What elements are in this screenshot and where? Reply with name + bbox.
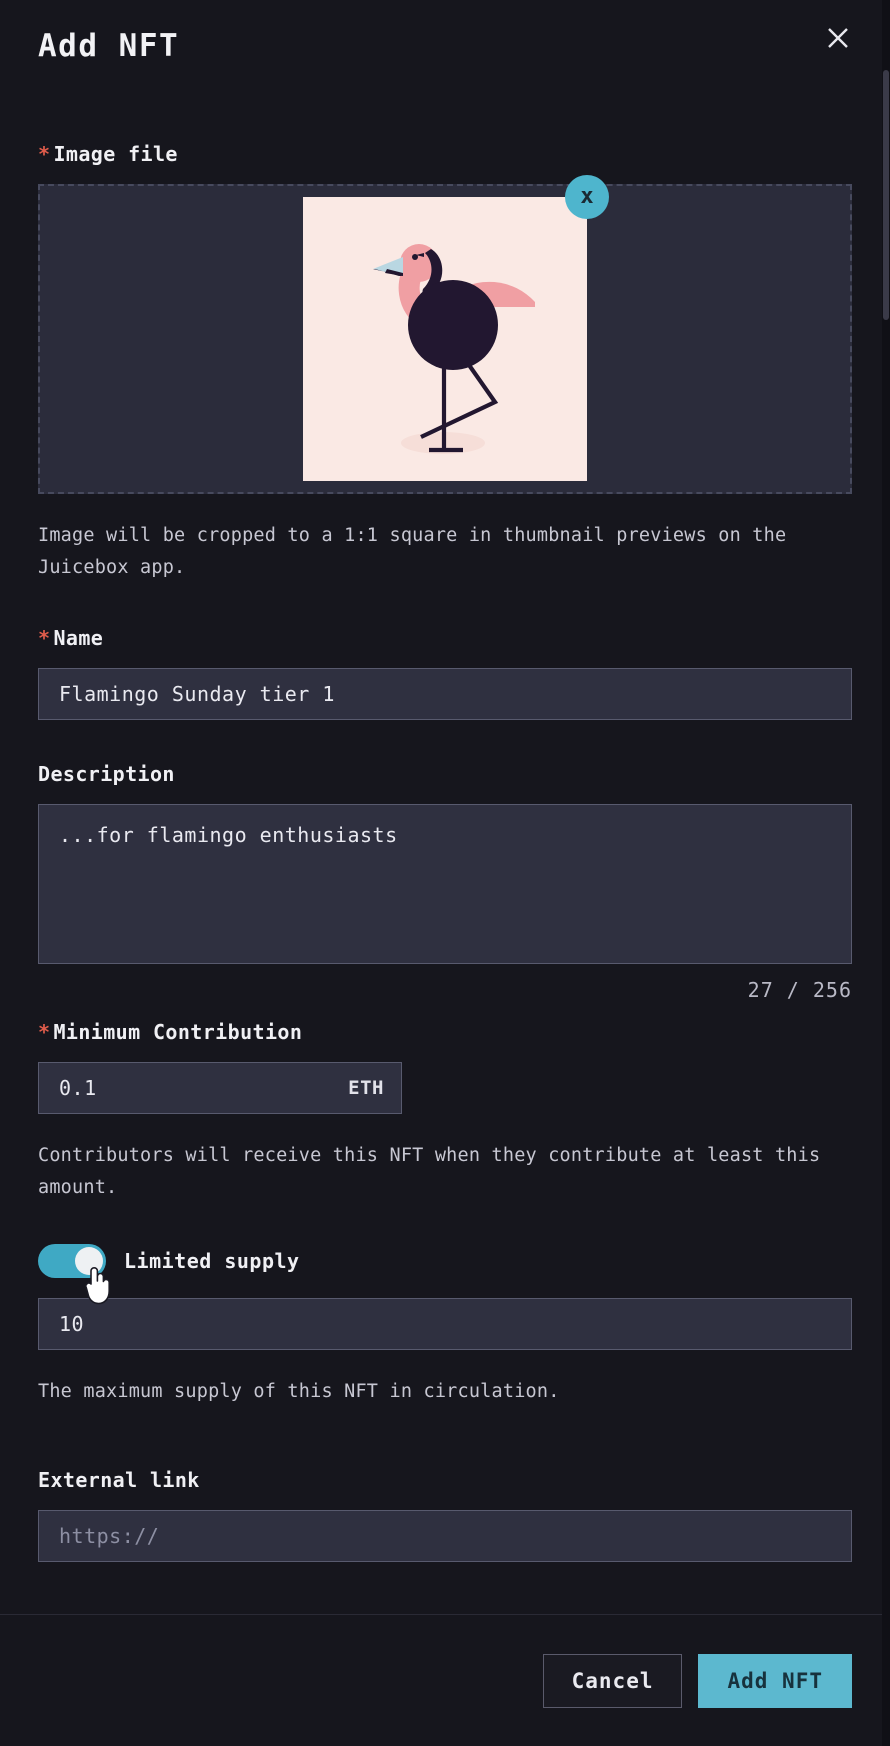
name-group: * Name [38, 626, 852, 720]
name-label-text: Name [53, 626, 104, 650]
dialog-footer: Cancel Add NFT [0, 1614, 890, 1746]
minimum-contribution-label: * Minimum Contribution [38, 1020, 852, 1044]
remove-image-x-icon[interactable]: x [565, 175, 609, 219]
supply-help-text: The maximum supply of this NFT in circul… [38, 1381, 560, 1402]
dialog-body: * Image file x Image will be cropped to … [0, 92, 890, 1614]
dialog-header: Add NFT [0, 0, 890, 92]
close-x-glyph [828, 28, 848, 48]
minimum-contribution-help-text: Contributors will receive this NFT when … [38, 1145, 821, 1198]
close-x-icon[interactable] [816, 16, 860, 60]
external-link-input[interactable] [38, 1510, 852, 1562]
minimum-contribution-input[interactable] [38, 1062, 402, 1114]
description-textarea[interactable] [38, 804, 852, 964]
image-file-help-text: Image will be cropped to a 1:1 square in… [38, 525, 787, 578]
cancel-button[interactable]: Cancel [542, 1653, 683, 1708]
limited-supply-toggle-row: Limited supply [38, 1244, 852, 1305]
supply-input[interactable] [38, 1298, 852, 1350]
minimum-contribution-field: ETH [38, 1062, 402, 1114]
name-input[interactable] [38, 668, 852, 720]
image-file-label: * Image file [38, 142, 852, 166]
external-link-label: External link [38, 1468, 852, 1492]
required-asterisk: * [38, 142, 51, 166]
external-link-group: External link [38, 1468, 852, 1562]
name-label: * Name [38, 626, 852, 650]
minimum-contribution-group: * Minimum Contribution ETH Contributors … [38, 1020, 852, 1204]
image-file-label-text: Image file [53, 142, 178, 166]
required-asterisk: * [38, 626, 51, 650]
add-nft-dialog: Add NFT * Image file x Image will be cro… [0, 0, 890, 1746]
image-dropzone[interactable]: x [38, 175, 852, 494]
minimum-contribution-label-text: Minimum Contribution [53, 1020, 303, 1044]
external-link-label-text: External link [38, 1468, 200, 1492]
description-label: Description [38, 762, 852, 786]
toggle-knob [75, 1247, 103, 1275]
flamingo-illustration [303, 197, 587, 481]
description-label-text: Description [38, 762, 175, 786]
image-preview-wrap: x [303, 175, 609, 481]
description-char-counter: 27 / 256 [747, 978, 852, 1002]
scrollbar-thumb[interactable] [883, 70, 889, 320]
limited-supply-label: Limited supply [124, 1249, 300, 1273]
description-group: Description 27 / 256 [38, 762, 852, 1002]
required-asterisk: * [38, 1020, 51, 1044]
limited-supply-toggle[interactable] [38, 1244, 106, 1278]
supply-group: The maximum supply of this NFT in circul… [38, 1298, 852, 1408]
page-scrollbar[interactable] [882, 0, 890, 1746]
add-nft-button[interactable]: Add NFT [698, 1653, 852, 1708]
dialog-title: Add NFT [38, 28, 180, 64]
